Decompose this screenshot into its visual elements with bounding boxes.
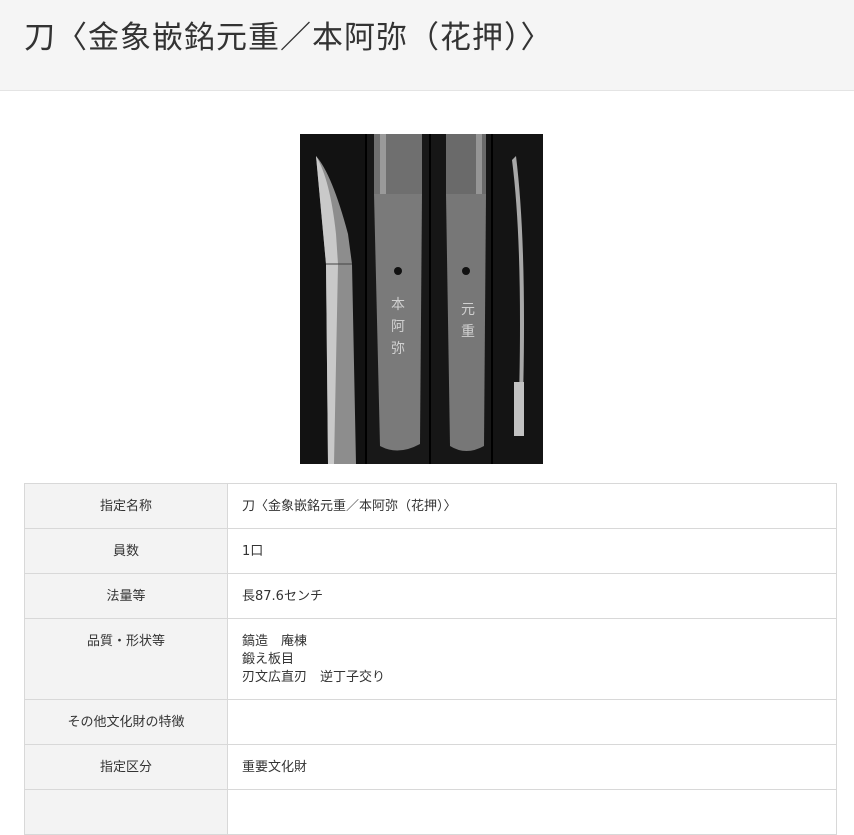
table-row: 法量等 長87.6センチ [24,573,837,619]
row-label: 法量等 [24,573,228,619]
row-value: 重要文化財 [227,744,837,790]
row-value: 長87.6センチ [227,573,837,619]
table-row: 員数 1口 [24,528,837,574]
page-title: 刀〈金象嵌銘元重／本阿弥（花押）〉 [24,20,553,56]
sword-photo: 本 阿 弥 元 重 [300,134,543,464]
svg-text:本: 本 [391,297,405,313]
details-table: 指定名称 刀〈金象嵌銘元重／本阿弥（花押）〉 員数 1口 法量等 長87.6セン… [24,483,837,835]
table-row: 指定区分 重要文化財 [24,744,837,790]
row-value: 鎬造 庵棟 鍛え板目 刃文広直刃 逆丁子交り [227,618,837,700]
sword-photo-graphic: 本 阿 弥 元 重 [300,134,543,464]
row-label [24,789,228,835]
table-row: 品質・形状等 鎬造 庵棟 鍛え板目 刃文広直刃 逆丁子交り [24,618,837,700]
row-label: 指定名称 [24,483,228,529]
row-value [227,699,837,745]
svg-text:元: 元 [461,302,475,318]
row-value: 刀〈金象嵌銘元重／本阿弥（花押）〉 [227,483,837,529]
svg-text:重: 重 [461,324,475,340]
svg-text:弥: 弥 [391,340,405,357]
row-label: 指定区分 [24,744,228,790]
row-label: その他文化財の特徴 [24,699,228,745]
svg-text:阿: 阿 [391,319,405,335]
row-value [227,789,837,835]
row-label: 品質・形状等 [24,618,228,700]
table-row [24,789,837,835]
table-row: 指定名称 刀〈金象嵌銘元重／本阿弥（花押）〉 [24,483,837,529]
title-bar: 刀〈金象嵌銘元重／本阿弥（花押）〉 [0,0,854,91]
table-row: その他文化財の特徴 [24,699,837,745]
row-label: 員数 [24,528,228,574]
row-value: 1口 [227,528,837,574]
